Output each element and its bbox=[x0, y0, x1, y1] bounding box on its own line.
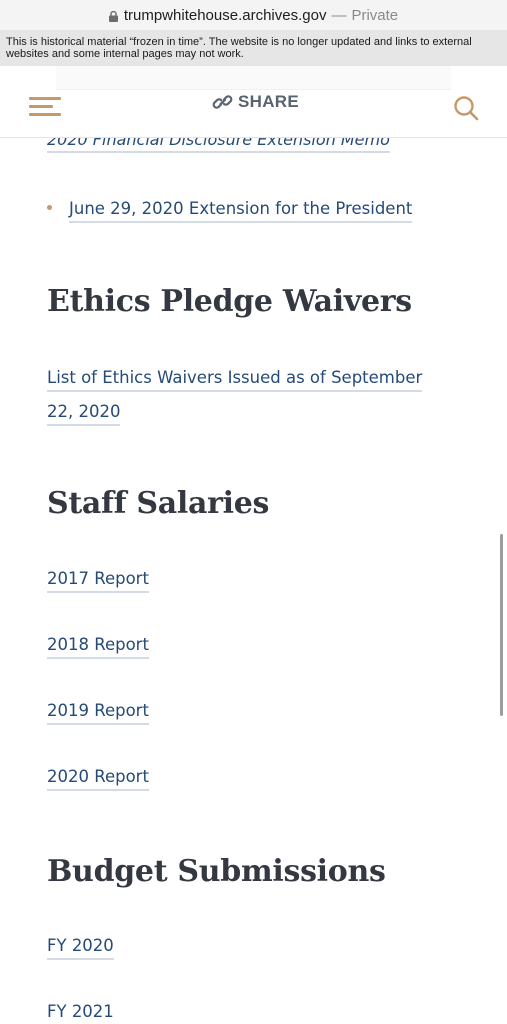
browser-address-bar[interactable]: trumpwhitehouse.archives.gov — Private bbox=[0, 0, 507, 30]
page-content: 2020 Financial Disclosure Extension Memo… bbox=[0, 138, 507, 1024]
list-item: June 29, 2020 Extension for the Presiden… bbox=[47, 199, 413, 223]
financial-disclosure-memo-link[interactable]: 2020 Financial Disclosure Extension Memo bbox=[47, 138, 390, 153]
menu-button[interactable] bbox=[29, 97, 61, 119]
list-item: FY 2020 bbox=[47, 929, 114, 963]
archive-notice-text: This is historical material “frozen in t… bbox=[6, 36, 472, 60]
lock-icon bbox=[108, 10, 118, 22]
link-icon bbox=[212, 95, 233, 109]
extension-for-president-link[interactable]: June 29, 2020 Extension for the Presiden… bbox=[69, 199, 413, 223]
list-item: 2018 Report bbox=[47, 628, 149, 662]
url-text: trumpwhitehouse.archives.gov bbox=[123, 6, 327, 24]
section-heading-budget-submissions: Budget Submissions bbox=[47, 854, 386, 889]
ethics-waivers-list-link[interactable]: List of Ethics Waivers Issued as of Sept… bbox=[47, 368, 423, 426]
section-heading-ethics-waivers: Ethics Pledge Waivers bbox=[47, 284, 412, 319]
list-item: 2020 Report bbox=[47, 760, 149, 794]
report-2019-link[interactable]: 2019 Report bbox=[47, 701, 149, 725]
list-item: List of Ethics Waivers Issued as of Sept… bbox=[47, 361, 427, 429]
fy-2020-link[interactable]: FY 2020 bbox=[47, 936, 114, 960]
search-icon[interactable] bbox=[453, 95, 479, 121]
share-label: SHARE bbox=[238, 92, 300, 111]
bullet-marker bbox=[47, 205, 52, 210]
share-button[interactable]: SHARE bbox=[212, 91, 299, 113]
menu-icon-bar bbox=[29, 105, 53, 108]
fy-2021-link[interactable]: FY 2021 bbox=[47, 1002, 114, 1024]
report-2018-link[interactable]: 2018 Report bbox=[47, 635, 149, 659]
private-mode-label: Private bbox=[351, 6, 399, 24]
list-item: FY 2021 bbox=[47, 995, 114, 1024]
header-strip bbox=[56, 66, 451, 90]
site-header: SHARE bbox=[0, 66, 507, 138]
list-item: 2017 Report bbox=[47, 562, 149, 596]
menu-icon-bar bbox=[29, 113, 61, 116]
section-heading-staff-salaries: Staff Salaries bbox=[47, 486, 270, 521]
menu-icon-bar bbox=[29, 97, 61, 100]
vertical-scrollbar[interactable] bbox=[500, 534, 503, 716]
report-2017-link[interactable]: 2017 Report bbox=[47, 569, 149, 593]
url-separator: — bbox=[331, 6, 347, 24]
list-item: 2019 Report bbox=[47, 694, 149, 728]
archive-notice: This is historical material “frozen in t… bbox=[0, 30, 507, 66]
report-2020-link[interactable]: 2020 Report bbox=[47, 767, 149, 791]
